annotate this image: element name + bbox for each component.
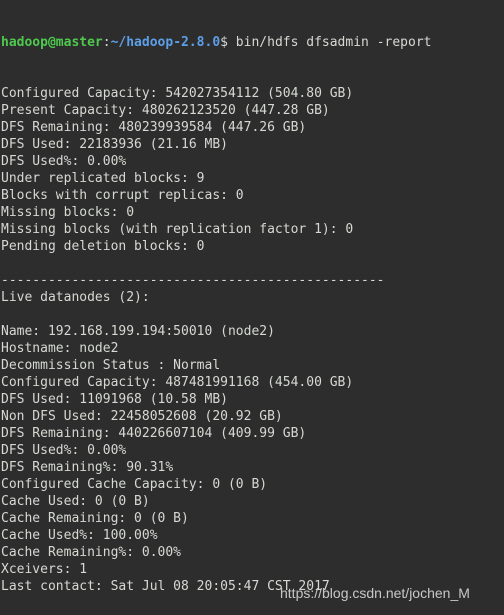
output-line: Decommission Status : Normal	[1, 358, 221, 373]
prompt-command: bin/hdfs dfsadmin -report	[227, 35, 432, 50]
output-line: DFS Remaining%: 90.31%	[1, 460, 174, 475]
output-line: Under replicated blocks: 9	[1, 171, 205, 186]
output-line: Configured Capacity: 542027354112 (504.8…	[1, 86, 354, 101]
output-line: Non DFS Used: 22458052608 (20.92 GB)	[1, 409, 283, 424]
output-line: Missing blocks: 0	[1, 205, 135, 220]
prompt-path: ~/hadoop-2.8.0	[110, 35, 221, 50]
output-line: Present Capacity: 480262123520 (447.28 G…	[1, 103, 330, 118]
output-line: Configured Capacity: 487481991168 (454.0…	[1, 375, 354, 390]
output-line: DFS Used%: 0.00%	[1, 443, 127, 458]
terminal-window[interactable]: hadoop@master:~/hadoop-2.8.0$ bin/hdfs d…	[0, 0, 504, 615]
output-line: Xceivers: 1	[1, 562, 88, 577]
prompt-separator: :	[102, 35, 111, 50]
output-line: DFS Used: 11091968 (10.58 MB)	[1, 392, 228, 407]
output-line: Live datanodes (2):	[1, 290, 150, 305]
output-line: Cache Used: 0 (0 B)	[1, 494, 150, 509]
output-line: DFS Used%: 0.00%	[1, 154, 127, 169]
terminal-screen: hadoop@master:~/hadoop-2.8.0$ bin/hdfs d…	[1, 0, 431, 615]
prompt-sigil: $	[220, 35, 228, 50]
output-line: DFS Remaining: 440226607104 (409.99 GB)	[1, 426, 307, 441]
output-line: Cache Used%: 100.00%	[1, 528, 158, 543]
prompt-line: hadoop@master:~/hadoop-2.8.0$ bin/hdfs d…	[1, 34, 431, 51]
output-line: Pending deletion blocks: 0	[1, 239, 205, 254]
output-line: Hostname: node2	[1, 341, 119, 356]
output-line: Name: 192.168.199.194:50010 (node2)	[1, 324, 275, 339]
output-line: Missing blocks (with replication factor …	[1, 222, 354, 237]
output-line: ----------------------------------------…	[1, 273, 385, 288]
prompt-user-host: hadoop@master	[1, 35, 103, 50]
output-line: Blocks with corrupt replicas: 0	[1, 188, 244, 203]
output-line: DFS Remaining: 480239939584 (447.26 GB)	[1, 120, 307, 135]
command-output: Configured Capacity: 542027354112 (504.8…	[1, 85, 431, 615]
output-line: Cache Remaining%: 0.00%	[1, 545, 182, 560]
watermark-text: https://blog.csdn.net/jochen_M	[280, 585, 470, 601]
output-line: Cache Remaining: 0 (0 B)	[1, 511, 189, 526]
output-line: DFS Used: 22183936 (21.16 MB)	[1, 137, 228, 152]
output-line: Configured Cache Capacity: 0 (0 B)	[1, 477, 268, 492]
